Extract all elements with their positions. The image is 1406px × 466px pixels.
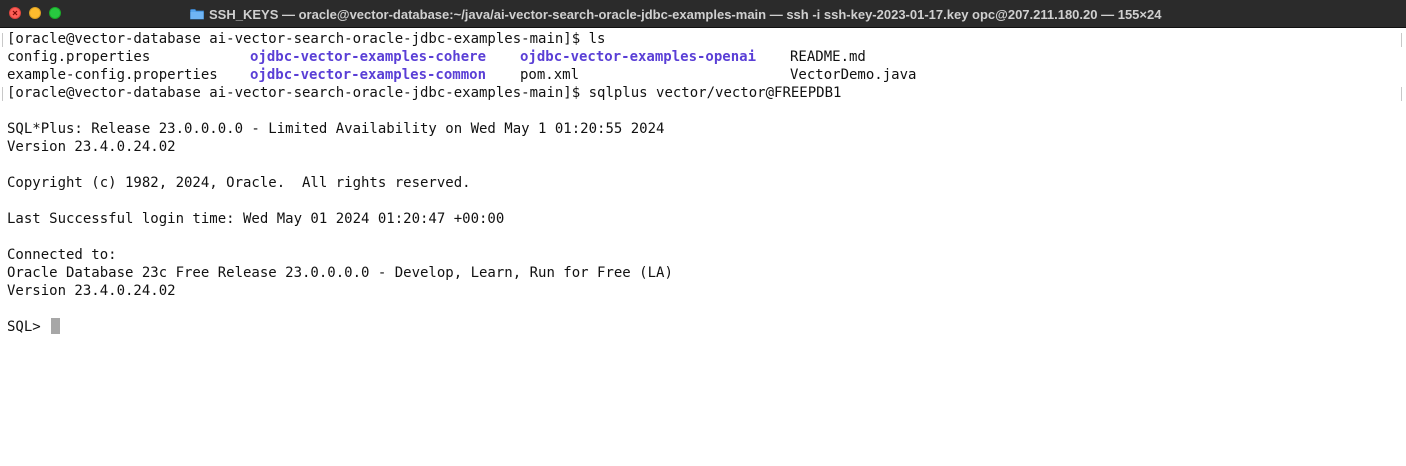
folder-icon — [190, 9, 204, 20]
copyright-line: Copyright (c) 1982, 2024, Oracle. All ri… — [7, 175, 471, 191]
close-icon — [12, 10, 18, 16]
right-edge-mark-2 — [1401, 87, 1402, 101]
ls-directory: ojdbc-vector-examples-common — [250, 67, 487, 83]
zoom-button[interactable] — [49, 7, 61, 19]
ls-file: example-config.properties — [7, 67, 218, 83]
window-title-container: SSH_KEYS — oracle@vector-database:~/java… — [190, 6, 1161, 22]
ls-file: README.md — [790, 49, 866, 65]
shell-prompt-ls: [oracle@vector-database ai-vector-search… — [7, 31, 606, 47]
terminal-output[interactable]: [oracle@vector-database ai-vector-search… — [0, 29, 1406, 466]
sql-prompt: SQL> — [7, 319, 50, 335]
ls-row: example-config.properties ojdbc-vector-e… — [7, 66, 1397, 84]
ls-file: VectorDemo.java — [790, 67, 917, 83]
sql-prompt-line[interactable]: SQL> — [7, 318, 61, 336]
sqlplus-banner: SQL*Plus: Release 23.0.0.0.0 - Limited A… — [7, 121, 665, 137]
database-version: Version 23.4.0.24.02 — [7, 283, 176, 299]
left-edge-mark-2 — [2, 87, 3, 101]
ls-file: pom.xml — [520, 67, 580, 83]
title-bar[interactable]: SSH_KEYS — oracle@vector-database:~/java… — [0, 0, 1406, 28]
ls-file: config.properties — [7, 49, 151, 65]
ls-directory: ojdbc-vector-examples-cohere — [250, 49, 487, 65]
ls-directory: ojdbc-vector-examples-openai — [520, 49, 757, 65]
sqlplus-version: Version 23.4.0.24.02 — [7, 139, 176, 155]
terminal-window: SSH_KEYS — oracle@vector-database:~/java… — [0, 0, 1406, 466]
ls-row: config.properties ojdbc-vector-examples-… — [7, 48, 1397, 66]
shell-prompt-sqlplus: [oracle@vector-database ai-vector-search… — [7, 85, 842, 101]
left-edge-mark — [2, 33, 3, 47]
connected-label: Connected to: — [7, 247, 117, 263]
minimize-button[interactable] — [29, 7, 41, 19]
window-title: SSH_KEYS — oracle@vector-database:~/java… — [209, 6, 1162, 22]
last-login-line: Last Successful login time: Wed May 01 2… — [7, 211, 505, 227]
database-info: Oracle Database 23c Free Release 23.0.0.… — [7, 265, 673, 281]
close-button[interactable] — [9, 7, 21, 19]
right-edge-mark — [1401, 33, 1402, 47]
text-cursor — [51, 318, 61, 334]
